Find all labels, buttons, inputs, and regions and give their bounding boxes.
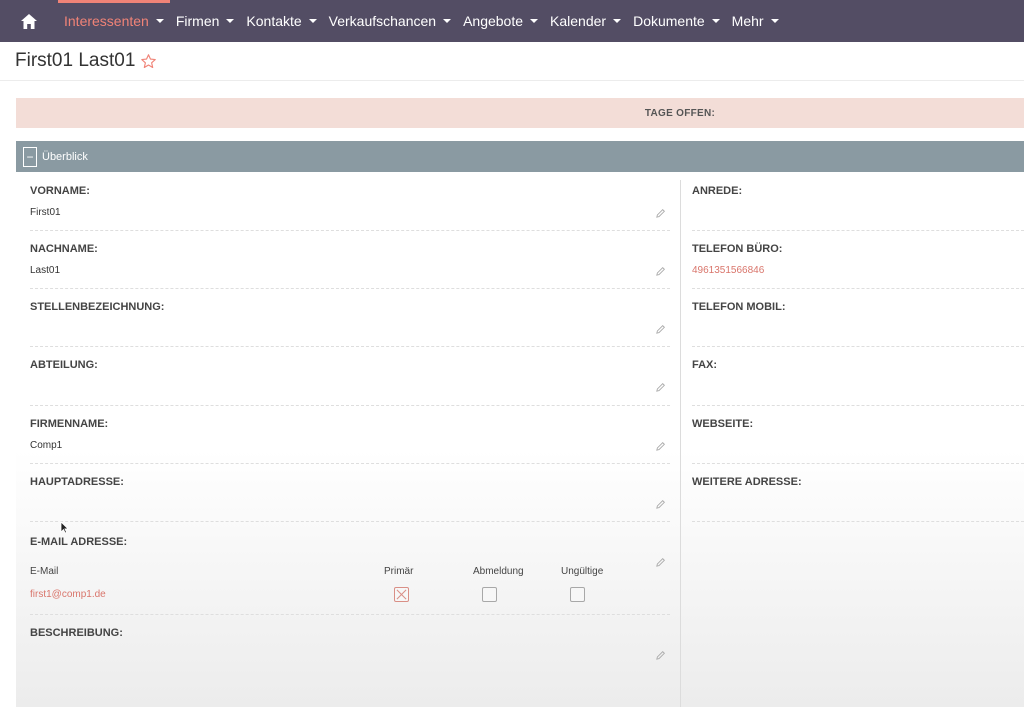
field-firmenname[interactable]: FIRMENNAME: Comp1 (30, 405, 670, 464)
field-webseite[interactable]: WEBSEITE: (692, 405, 1024, 464)
star-icon (141, 53, 157, 68)
pencil-icon[interactable] (655, 324, 666, 335)
field-telefon-buero[interactable]: TELEFON BÜRO: 4961351566846 (692, 230, 1024, 289)
field-label: FAX: (692, 359, 718, 371)
field-label: TELEFON BÜRO: (692, 243, 783, 255)
field-label: ABTEILUNG: (30, 359, 98, 371)
page-title: First01 Last01 (15, 50, 136, 71)
field-hauptadresse[interactable]: HAUPTADRESSE: (30, 463, 670, 522)
chevron-down-icon (530, 19, 539, 23)
optout-column-header: Abmeldung (473, 566, 524, 577)
mouse-cursor-icon (60, 521, 69, 534)
field-label: NACHNAME: (30, 243, 98, 255)
primary-column-header: Primär (384, 566, 414, 577)
pencil-icon[interactable] (655, 208, 666, 219)
days-open-banner: TAGE OFFEN: (16, 98, 1024, 128)
field-label: ANREDE: (692, 185, 743, 197)
pencil-icon[interactable] (655, 557, 666, 568)
pencil-icon[interactable] (655, 266, 666, 277)
invalid-checkbox[interactable] (570, 587, 585, 602)
field-label: E-MAIL ADRESSE: (30, 536, 128, 548)
chevron-down-icon (226, 19, 235, 23)
banner-text: TAGE OFFEN: (644, 107, 716, 119)
pencil-icon[interactable] (655, 650, 666, 661)
field-label: TELEFON MOBIL: (692, 301, 786, 313)
field-beschreibung[interactable]: BESCHREIBUNG: (30, 614, 670, 707)
column-divider (680, 180, 681, 707)
home-icon (21, 13, 37, 29)
primary-checkbox[interactable] (394, 587, 409, 602)
field-anrede[interactable]: ANREDE: (692, 172, 1024, 231)
field-weitere-adresse[interactable]: WEITERE ADRESSE: (692, 463, 1024, 522)
email-link[interactable]: first1@comp1.de (30, 589, 106, 600)
invalid-column-header: Ungültige (561, 566, 604, 577)
field-label: WEITERE ADRESSE: (692, 476, 802, 488)
email-column-header: E-Mail (30, 566, 59, 577)
nav-verkaufschancen[interactable]: Verkaufschancen (323, 0, 457, 42)
field-abteilung[interactable]: ABTEILUNG: (30, 346, 670, 406)
nav-dokumente[interactable]: Dokumente (627, 0, 726, 42)
chevron-down-icon (613, 19, 622, 23)
top-navigation: Interessenten Firmen Kontakte Verkaufsch… (0, 0, 1024, 42)
field-value: First01 (30, 207, 61, 218)
overview-panel: VORNAME: First01 NACHNAME: Last01 STELLE… (16, 172, 1024, 707)
collapse-button[interactable]: − (23, 146, 37, 167)
field-label: BESCHREIBUNG: (30, 627, 123, 639)
panel-header-overview[interactable]: − Überblick (16, 141, 1024, 172)
field-fax[interactable]: FAX: (692, 346, 1024, 406)
chevron-down-icon (308, 19, 317, 23)
chevron-down-icon (711, 19, 720, 23)
phone-link[interactable]: 4961351566846 (692, 265, 764, 276)
chevron-down-icon (155, 19, 164, 23)
nav-mehr[interactable]: Mehr (726, 0, 785, 42)
nav-angebote[interactable]: Angebote (457, 0, 544, 42)
field-value: Last01 (30, 265, 61, 276)
pencil-icon[interactable] (655, 441, 666, 452)
optout-checkbox[interactable] (482, 587, 497, 602)
field-label: VORNAME: (30, 185, 90, 197)
home-button[interactable] (0, 0, 58, 42)
field-nachname[interactable]: NACHNAME: Last01 (30, 230, 670, 289)
field-label: WEBSEITE: (692, 418, 754, 430)
chevron-down-icon (443, 19, 452, 23)
nav-firmen[interactable]: Firmen (170, 0, 241, 42)
panel-title: Überblick (42, 150, 88, 163)
minus-icon: − (26, 149, 34, 164)
pencil-icon[interactable] (655, 382, 666, 393)
nav-kalender[interactable]: Kalender (544, 0, 627, 42)
field-label: STELLENBEZEICHNUNG: (30, 301, 165, 313)
field-telefon-mobil[interactable]: TELEFON MOBIL: (692, 288, 1024, 347)
field-stellenbezeichnung[interactable]: STELLENBEZEICHNUNG: (30, 288, 670, 347)
record-header: First01 Last01 (0, 42, 1024, 81)
chevron-down-icon (770, 19, 779, 23)
favorite-button[interactable] (140, 53, 157, 70)
pencil-icon[interactable] (655, 499, 666, 510)
field-value: Comp1 (30, 440, 63, 451)
field-label: FIRMENNAME: (30, 418, 109, 430)
nav-kontakte[interactable]: Kontakte (240, 0, 322, 42)
field-email-adresse: E-MAIL ADRESSE: E-Mail Primär Abmeldung … (30, 521, 670, 615)
nav-interessenten[interactable]: Interessenten (58, 0, 170, 42)
field-vorname[interactable]: VORNAME: First01 (30, 172, 670, 231)
field-label: HAUPTADRESSE: (30, 476, 124, 488)
